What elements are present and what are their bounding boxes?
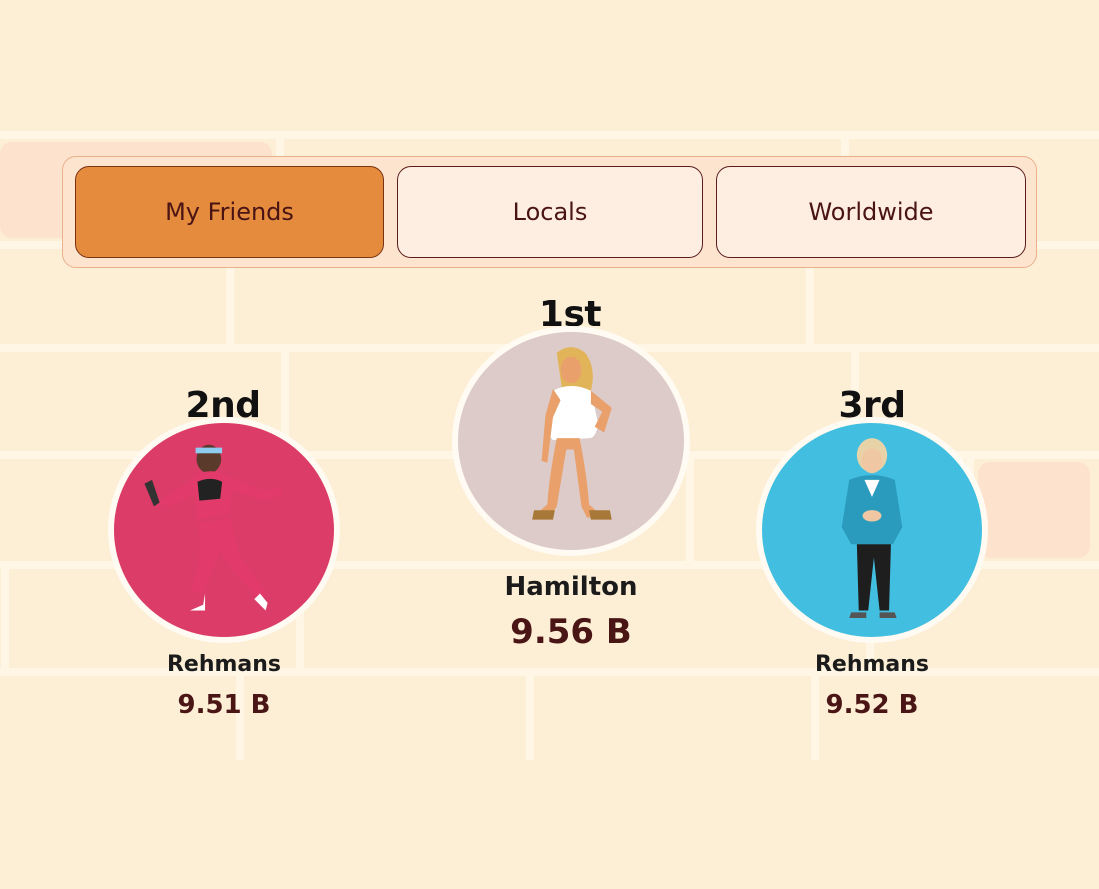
leaderboard-tab-bar: My Friends Locals Worldwide (62, 156, 1037, 268)
player-score-third: 9.52 B (825, 690, 919, 720)
person-figure-icon (841, 438, 903, 619)
player-score-second: 9.51 B (177, 690, 271, 720)
performer-figure-icon (532, 347, 612, 520)
avatar-third-place[interactable] (756, 417, 988, 643)
player-name-third: Rehmans (814, 652, 930, 677)
player-name-first: Hamilton (504, 572, 638, 602)
tab-my-friends[interactable]: My Friends (75, 166, 384, 258)
avatar-second-place[interactable] (108, 417, 340, 643)
tab-locals[interactable]: Locals (397, 166, 703, 258)
player-score-first: 9.56 B (510, 612, 632, 652)
player-name-second: Rehmans (166, 652, 282, 677)
avatar-first-place[interactable] (452, 326, 690, 556)
tab-worldwide[interactable]: Worldwide (716, 166, 1026, 258)
athlete-figure-icon (144, 444, 283, 611)
